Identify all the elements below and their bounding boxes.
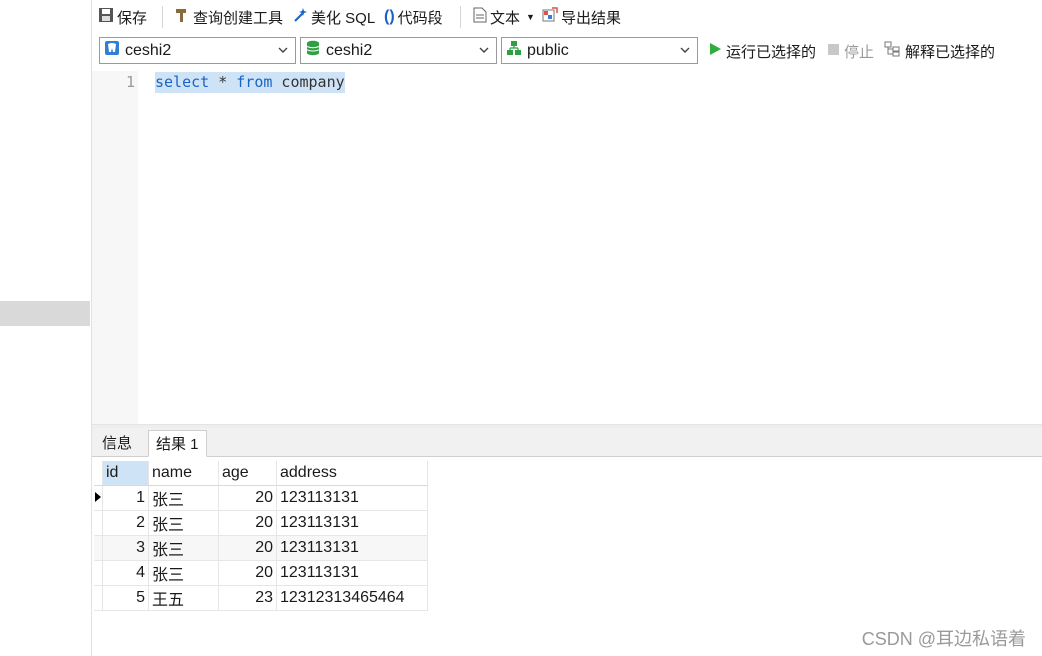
cell-address[interactable]: 12312313465464 [276, 585, 428, 611]
cell-name[interactable]: 王五 [148, 585, 219, 611]
query-builder-button[interactable]: 查询创建工具 [174, 7, 283, 27]
result-grid: id name age address 1 张三 20 123113131 2 … [94, 461, 428, 611]
schema-icon [506, 40, 522, 61]
chevron-down-icon [277, 43, 289, 61]
cell-age[interactable]: 23 [218, 585, 277, 611]
row-header [94, 560, 103, 586]
run-selected-button[interactable]: 运行已选择的 [708, 41, 816, 61]
export-icon [542, 7, 558, 27]
line-number-gutter [92, 71, 138, 424]
cell-address[interactable]: 123113131 [276, 510, 428, 536]
query-builder-label: 查询创建工具 [193, 9, 284, 27]
cell-id[interactable]: 2 [102, 510, 149, 536]
beautify-sql-button[interactable]: 美化 SQL [292, 7, 375, 27]
hammer-icon [174, 7, 190, 27]
explain-selected-button[interactable]: 解释已选择的 [884, 41, 995, 61]
export-result-label: 导出结果 [561, 9, 622, 27]
stop-icon [827, 43, 840, 60]
column-header-id[interactable]: id [102, 461, 149, 486]
sql-star: * [209, 73, 237, 91]
cell-name[interactable]: 张三 [148, 510, 219, 536]
cell-age[interactable]: 20 [218, 510, 277, 536]
run-selected-label: 运行已选择的 [726, 43, 817, 61]
tab-info[interactable]: 信息 [95, 430, 139, 455]
line-number: 1 [125, 73, 135, 91]
magic-wand-icon [292, 7, 308, 27]
cell-address[interactable]: 123113131 [276, 485, 428, 511]
grid-header-row: id name age address [94, 461, 428, 486]
code-snippet-button[interactable]: () 代码段 [384, 7, 443, 27]
sql-code-line[interactable]: select * from company [155, 72, 345, 93]
play-icon [708, 42, 722, 60]
export-result-button[interactable]: 导出结果 [542, 7, 621, 27]
current-row-indicator [94, 485, 103, 511]
explain-selected-label: 解释已选择的 [905, 43, 996, 61]
database-select[interactable]: ceshi2 [300, 37, 497, 64]
navigator-selected-item[interactable] [0, 301, 90, 326]
sql-keyword-select: select [155, 73, 210, 91]
object-navigator-pane [0, 0, 92, 656]
connection-select[interactable]: ceshi2 [99, 37, 296, 64]
save-label: 保存 [117, 9, 148, 27]
cell-age[interactable]: 20 [218, 535, 277, 561]
dropdown-arrow-icon: ▼ [526, 12, 535, 22]
sql-keyword-from: from [236, 73, 273, 91]
cell-name[interactable]: 张三 [148, 535, 219, 561]
schema-value: public [527, 41, 569, 59]
stop-button[interactable]: 停止 [827, 41, 874, 61]
text-mode-button[interactable]: 文本 ▼ [473, 7, 535, 27]
column-header-age[interactable]: age [218, 461, 277, 486]
database-value: ceshi2 [326, 41, 373, 59]
text-mode-label: 文本 [490, 9, 521, 27]
cell-id[interactable]: 5 [102, 585, 149, 611]
sql-editor[interactable] [92, 71, 1042, 424]
stop-label: 停止 [844, 43, 875, 61]
connection-value: ceshi2 [125, 41, 172, 59]
code-snippet-label: 代码段 [397, 9, 443, 27]
toolbar-divider [460, 6, 461, 28]
cell-name[interactable]: 张三 [148, 485, 219, 511]
watermark-text: CSDN @耳边私语着 [861, 629, 1026, 649]
table-row[interactable]: 5 王五 23 12312313465464 [94, 585, 428, 611]
cell-name[interactable]: 张三 [148, 560, 219, 586]
braces-icon: () [384, 8, 395, 25]
cell-age[interactable]: 20 [218, 560, 277, 586]
chevron-down-icon [679, 43, 691, 61]
cell-id[interactable]: 3 [102, 535, 149, 561]
column-header-name[interactable]: name [148, 461, 219, 486]
row-header [94, 585, 103, 611]
cell-id[interactable]: 4 [102, 560, 149, 586]
schema-select[interactable]: public [501, 37, 698, 64]
row-header-corner [94, 461, 103, 486]
row-header [94, 510, 103, 536]
explain-icon [884, 41, 901, 61]
table-row[interactable]: 4 张三 20 123113131 [94, 560, 428, 586]
result-tabs: 信息 结果 1 [92, 428, 1042, 457]
cell-id[interactable]: 1 [102, 485, 149, 511]
table-row[interactable]: 2 张三 20 123113131 [94, 510, 428, 536]
row-header [94, 535, 103, 561]
connection-icon [104, 40, 120, 61]
save-button[interactable]: 保存 [98, 7, 147, 27]
editor-toolbar: 保存 查询创建工具 美化 SQL () 代码段 文本 ▼ 导出结果 [92, 0, 1042, 34]
table-row[interactable]: 3 张三 20 123113131 [94, 535, 428, 561]
table-row[interactable]: 1 张三 20 123113131 [94, 485, 428, 511]
save-icon [98, 7, 114, 27]
cell-address[interactable]: 123113131 [276, 560, 428, 586]
chevron-down-icon [478, 43, 490, 61]
beautify-sql-label: 美化 SQL [311, 9, 376, 27]
column-header-address[interactable]: address [276, 461, 428, 486]
sql-table-name: company [272, 73, 345, 91]
document-icon [473, 7, 487, 27]
tab-result-1[interactable]: 结果 1 [148, 430, 207, 457]
cell-age[interactable]: 20 [218, 485, 277, 511]
toolbar-divider [162, 6, 163, 28]
cell-address[interactable]: 123113131 [276, 535, 428, 561]
database-icon [305, 40, 321, 61]
